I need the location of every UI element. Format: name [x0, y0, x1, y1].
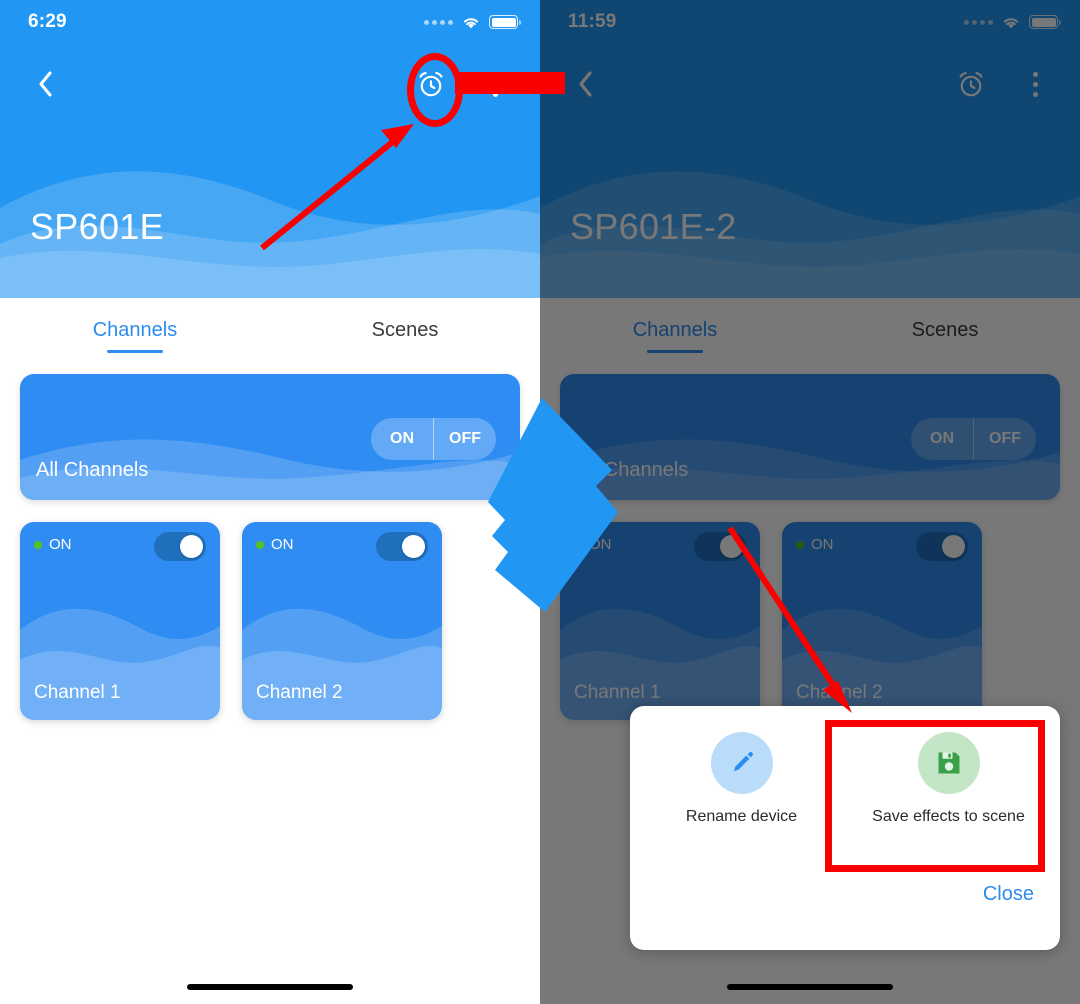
status-indicators-right — [964, 15, 1061, 30]
nav-bar-right — [540, 56, 1080, 112]
status-dot-icon — [574, 540, 582, 549]
channel-grid-right: ON Channel 1 ON Channel 2 — [560, 522, 1060, 720]
chevron-left-icon — [579, 71, 591, 97]
tab-active-underline-right — [647, 350, 703, 353]
tab-active-underline-left — [107, 350, 163, 353]
tab-scenes-label-left: Scenes — [371, 318, 439, 341]
channel-1-toggle-right[interactable] — [694, 532, 746, 561]
status-indicators-left — [424, 15, 521, 30]
tab-channels-left[interactable]: Channels — [0, 298, 270, 362]
all-channels-off-button-right[interactable]: OFF — [974, 418, 1036, 460]
all-channels-onoff-switch-right[interactable]: ON OFF — [911, 418, 1036, 460]
channel-2-toggle-right[interactable] — [916, 532, 968, 561]
all-channels-on-button-left[interactable]: ON — [371, 418, 434, 460]
floppy-save-icon — [938, 752, 959, 774]
tab-bar-right: Channels Scenes — [540, 298, 1080, 362]
pencil-icon — [733, 752, 753, 771]
all-channels-card-right[interactable]: ON OFF All Channels — [560, 374, 1060, 500]
battery-full-icon — [489, 15, 521, 29]
device-options-sheet: Rename device Save effects to scene Clos… — [630, 706, 1060, 950]
channel-1-name-left: Channel 1 — [34, 682, 121, 703]
save-effects-to-scene-action[interactable]: Save effects to scene — [845, 732, 1052, 826]
overflow-menu-icon[interactable] — [478, 64, 512, 104]
channel-1-state-right: ON — [574, 536, 612, 553]
nav-bar-left — [0, 56, 540, 112]
home-indicator-right — [727, 984, 893, 990]
channel-2-state-left: ON — [256, 536, 294, 553]
tab-scenes-left[interactable]: Scenes — [270, 298, 540, 362]
rename-device-label: Rename device — [685, 808, 798, 825]
status-time-left: 6:29 — [28, 11, 67, 32]
alarm-button-right[interactable] — [952, 65, 990, 103]
tab-scenes-right[interactable]: Scenes — [810, 298, 1080, 362]
channel-2-toggle-left[interactable] — [376, 532, 428, 561]
status-bar-left: 6:29 — [0, 0, 540, 44]
tab-scenes-label-right: Scenes — [911, 318, 979, 341]
all-channels-label-right: All Channels — [576, 459, 689, 481]
device-hero-header-right: SP601E-2 — [540, 0, 1080, 298]
close-button[interactable]: Close — [983, 883, 1034, 906]
battery-full-icon — [1029, 15, 1061, 29]
all-channels-label-left: All Channels — [36, 459, 149, 481]
screenshot-stage: SP601E 6:29 Channels Scenes ON OFF All C… — [0, 0, 1080, 1004]
back-button-left[interactable] — [28, 67, 62, 101]
alarm-clock-icon — [959, 72, 983, 97]
signal-dots-icon — [424, 19, 453, 25]
channel-grid-left: ON Channel 1 ON Channel 2 — [20, 522, 520, 720]
status-time-right: 11:59 — [568, 11, 617, 32]
channels-content-left: ON OFF All Channels ON Channel 1 ON Chan… — [0, 362, 540, 1004]
channel-card-2-left[interactable]: ON Channel 2 — [242, 522, 442, 720]
tab-channels-label-right: Channels — [632, 318, 718, 341]
device-name-right: SP601E-2 — [570, 206, 737, 247]
device-name-left: SP601E — [30, 206, 164, 247]
channel-card-1-right[interactable]: ON Channel 1 — [560, 522, 760, 720]
all-channels-on-button-right[interactable]: ON — [911, 418, 974, 460]
sheet-action-row: Rename device Save effects to scene — [630, 706, 1060, 826]
channel-2-name-left: Channel 2 — [256, 682, 343, 703]
phone-screen-left: SP601E 6:29 Channels Scenes ON OFF All C… — [0, 0, 540, 1004]
all-channels-off-button-left[interactable]: OFF — [434, 418, 496, 460]
channel-1-state-label-right: ON — [589, 536, 612, 553]
tab-bar-left: Channels Scenes — [0, 298, 540, 362]
rename-device-action[interactable]: Rename device — [638, 732, 845, 826]
channel-1-state-label-left: ON — [49, 536, 72, 553]
channel-2-state-right: ON — [796, 536, 834, 553]
overflow-menu-icon[interactable] — [1018, 64, 1052, 104]
channel-2-state-label-right: ON — [811, 536, 834, 553]
all-channels-card-left[interactable]: ON OFF All Channels — [20, 374, 520, 500]
channel-card-1-left[interactable]: ON Channel 1 — [20, 522, 220, 720]
status-dot-icon — [34, 540, 42, 549]
channel-1-state-left: ON — [34, 536, 72, 553]
status-dot-icon — [256, 540, 264, 549]
tab-channels-right[interactable]: Channels — [540, 298, 810, 362]
status-bar-right: 11:59 — [540, 0, 1080, 44]
chevron-left-icon — [39, 71, 51, 97]
signal-dots-icon — [964, 19, 993, 25]
rename-device-icon-circle — [710, 732, 773, 794]
channel-2-state-label-left: ON — [271, 536, 294, 553]
channel-1-toggle-left[interactable] — [154, 532, 206, 561]
all-channels-onoff-switch-left[interactable]: ON OFF — [371, 418, 496, 460]
wifi-icon — [463, 17, 479, 28]
home-indicator-left — [187, 984, 353, 990]
save-effects-icon-circle — [917, 732, 980, 794]
back-button-right[interactable] — [568, 67, 602, 101]
channel-2-name-right: Channel 2 — [796, 682, 883, 703]
alarm-button-left[interactable] — [412, 65, 450, 103]
wifi-icon — [1003, 17, 1019, 28]
status-dot-icon — [796, 540, 804, 549]
device-hero-header-left: SP601E — [0, 0, 540, 298]
tab-channels-label-left: Channels — [92, 318, 178, 341]
channel-card-2-right[interactable]: ON Channel 2 — [782, 522, 982, 720]
alarm-clock-icon — [419, 72, 443, 97]
channel-1-name-right: Channel 1 — [574, 682, 661, 703]
save-effects-label: Save effects to scene — [872, 808, 1025, 825]
